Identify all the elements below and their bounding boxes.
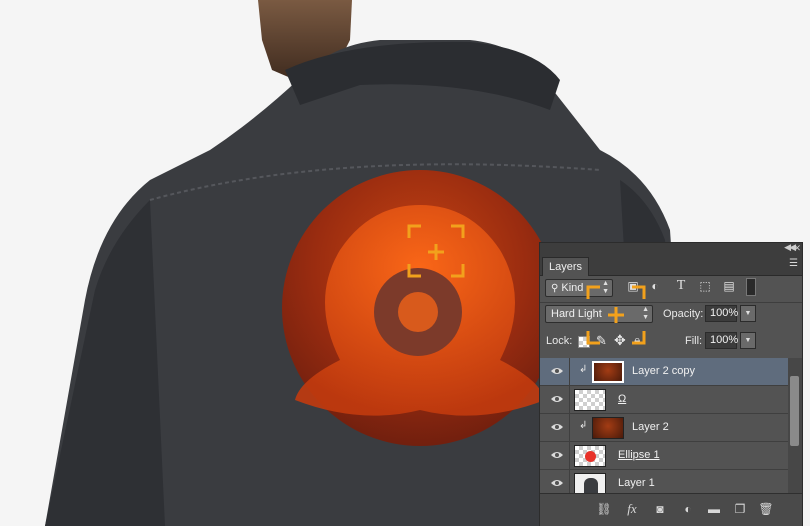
shape-filter-icon[interactable]: ⬚ (698, 279, 712, 293)
visibility-toggle[interactable] (540, 358, 570, 386)
layer-list[interactable]: ↲ Layer 2 copy Ω ↲ Layer 2 Ellipse 1 Lay… (540, 358, 802, 493)
visibility-toggle[interactable] (540, 470, 570, 493)
layer-thumbnail (574, 389, 606, 411)
opacity-label: Opacity: (663, 308, 704, 320)
adjustment-layer-icon[interactable]: ◐ (680, 501, 696, 517)
filter-toggle-icon[interactable] (746, 278, 756, 296)
opacity-slider-arrow-icon[interactable]: ▼ (740, 305, 756, 322)
tab-layers[interactable]: Layers (542, 257, 590, 276)
clipping-arrow-icon: ↲ (579, 364, 588, 375)
eye-icon (551, 452, 563, 458)
layer-row-ellipse-1[interactable]: Ellipse 1 (540, 442, 788, 470)
layer-name: Ellipse 1 (618, 449, 660, 461)
fill-field[interactable]: 100% (705, 332, 738, 349)
new-layer-icon[interactable]: ❐ (732, 501, 748, 517)
layer-thumbnail (592, 361, 624, 383)
layer-list-scrollbar[interactable] (788, 358, 802, 493)
layer-thumbnail (574, 473, 606, 493)
fill-label: Fill: (685, 335, 703, 347)
eye-icon (551, 396, 563, 402)
eye-icon (551, 368, 563, 374)
visibility-toggle[interactable] (540, 414, 570, 442)
panel-tab-row: Layers ☰ (540, 255, 802, 276)
layer-row-omega[interactable]: Ω (540, 386, 788, 414)
eye-icon (551, 480, 563, 486)
search-icon: ⚲ (551, 283, 559, 294)
layer-row-layer-2[interactable]: ↲ Layer 2 (540, 414, 788, 442)
layer-thumbnail (574, 445, 606, 467)
layer-name: Layer 1 (618, 477, 655, 489)
close-panel-icon[interactable]: ✕ (793, 243, 801, 254)
crosshair-overlay (586, 285, 646, 345)
smart-object-filter-icon[interactable]: ▤ (722, 279, 736, 293)
layer-row-layer-2-copy[interactable]: ↲ Layer 2 copy (540, 358, 788, 386)
type-filter-icon[interactable]: T (674, 279, 688, 293)
visibility-toggle[interactable] (540, 386, 570, 414)
layer-name: Ω (618, 393, 627, 405)
link-layers-icon[interactable]: ⛓ (596, 501, 612, 517)
layers-panel: ◀◀ ✕ Layers ☰ ⚲ Kind ▲ ▼ ▣ ◐ T ⬚ ▤ Hard L… (539, 242, 803, 526)
new-group-icon[interactable]: ▬ (706, 501, 722, 517)
clipping-arrow-icon: ↲ (579, 420, 588, 431)
eye-icon (551, 424, 563, 430)
add-mask-icon[interactable]: ◙ (652, 501, 668, 517)
layer-name: Layer 2 (632, 421, 669, 433)
panel-title-bar[interactable]: ◀◀ ✕ (540, 242, 802, 255)
trash-icon[interactable]: 🗑︎ (758, 501, 774, 517)
panel-menu-icon[interactable]: ☰ (789, 258, 798, 269)
fill-slider-arrow-icon[interactable]: ▼ (740, 332, 756, 349)
layers-bottom-toolbar: ⛓ fx ◙ ◐ ▬ ❐ 🗑︎ (540, 493, 802, 526)
layer-row-layer-1[interactable]: Layer 1 (540, 470, 788, 493)
layer-name: Layer 2 copy (632, 365, 695, 377)
scrollbar-thumb[interactable] (790, 376, 799, 446)
fx-icon[interactable]: fx (624, 501, 640, 517)
layer-thumbnail (592, 417, 624, 439)
visibility-toggle[interactable] (540, 442, 570, 470)
opacity-field[interactable]: 100% (705, 305, 738, 322)
lock-label: Lock: (546, 335, 573, 347)
